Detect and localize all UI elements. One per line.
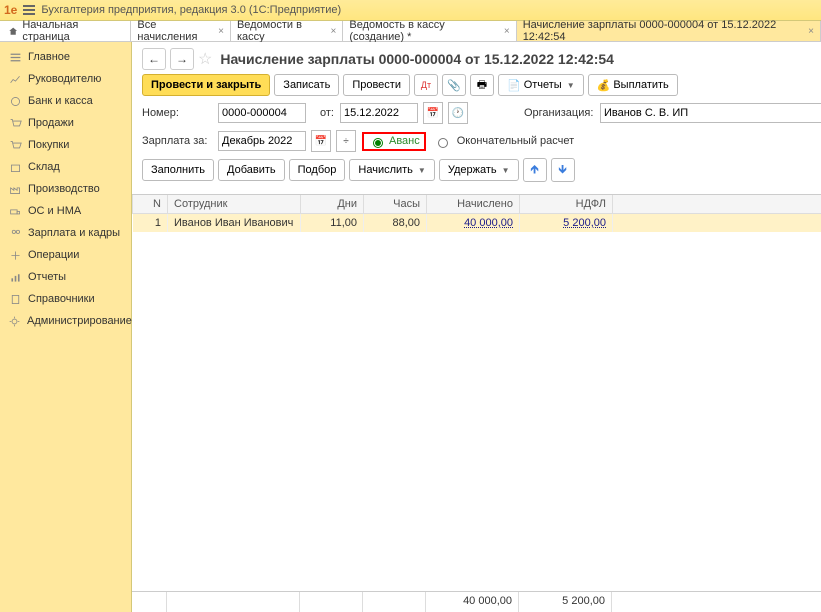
titlebar: 1e Бухгалтерия предприятия, редакция 3.0…	[0, 0, 821, 21]
org-label: Организация:	[524, 107, 594, 119]
reports-button[interactable]: 📄 Отчеты▼	[498, 74, 584, 96]
save-button[interactable]: Записать	[274, 74, 339, 96]
calc-button[interactable]: Начислить▼	[349, 159, 434, 181]
col-n[interactable]: N	[133, 195, 168, 214]
report-icon	[8, 270, 22, 284]
pick-button[interactable]: Подбор	[289, 159, 346, 181]
fill-button[interactable]: Заполнить	[142, 159, 214, 181]
sidebar: Главное Руководителю Банк и касса Продаж…	[0, 42, 132, 612]
period-label: Зарплата за:	[142, 135, 212, 147]
period-field[interactable]	[218, 131, 306, 151]
content: ← → ☆ Начисление зарплаты 0000-000004 от…	[132, 42, 821, 612]
date-field[interactable]	[340, 103, 418, 123]
number-field[interactable]	[218, 103, 306, 123]
table: N Сотрудник Дни Часы Начислено НДФЛ 1 Ив…	[132, 194, 821, 591]
chart-icon	[8, 72, 22, 86]
truck-icon	[8, 204, 22, 218]
radio-advance[interactable]	[373, 138, 383, 148]
book-icon	[8, 292, 22, 306]
total-ndfl: 5 200,00	[519, 592, 612, 612]
org-field[interactable]	[600, 103, 821, 123]
tab-home-label: Начальная страница	[22, 19, 122, 43]
radio-final[interactable]	[438, 138, 448, 148]
col-blank	[613, 195, 821, 214]
stepper-icon[interactable]: ÷	[336, 130, 356, 152]
page-title: Начисление зарплаты 0000-000004 от 15.12…	[220, 51, 614, 67]
sidebar-item-main[interactable]: Главное	[0, 46, 131, 68]
radio-advance-label: Аванс	[389, 135, 420, 147]
tabbar: Начальная страница Все начисления× Ведом…	[0, 21, 821, 42]
calendar-icon[interactable]: 📅	[423, 102, 443, 124]
col-accrued[interactable]: Начислено	[427, 195, 520, 214]
advance-highlight: Аванс	[362, 132, 426, 151]
calendar-icon[interactable]: 📅	[311, 130, 331, 152]
pay-button[interactable]: 💰 Выплатить	[588, 74, 678, 96]
sidebar-item-operations[interactable]: Операции	[0, 244, 131, 266]
list-icon	[8, 50, 22, 64]
money-icon	[8, 94, 22, 108]
close-icon[interactable]: ×	[331, 26, 337, 37]
tab-payroll-active[interactable]: Начисление зарплаты 0000-000004 от 15.12…	[517, 21, 821, 41]
col-days[interactable]: Дни	[301, 195, 364, 214]
box-icon	[8, 160, 22, 174]
people-icon	[8, 226, 22, 240]
logo-1c: 1e	[4, 3, 17, 17]
ndfl-link[interactable]: 5 200,00	[563, 217, 606, 229]
sidebar-item-payroll[interactable]: Зарплата и кадры	[0, 222, 131, 244]
accrued-link[interactable]: 40 000,00	[464, 217, 513, 229]
sidebar-item-stock[interactable]: Склад	[0, 156, 131, 178]
home-icon	[8, 26, 18, 37]
ops-icon	[8, 248, 22, 262]
sidebar-item-sales[interactable]: Продажи	[0, 112, 131, 134]
tab-all-accruals[interactable]: Все начисления×	[131, 21, 231, 41]
table-footer: 40 000,00 5 200,00	[132, 591, 821, 612]
post-button[interactable]: Провести	[343, 74, 410, 96]
close-icon[interactable]: ×	[218, 26, 224, 37]
hold-button[interactable]: Удержать▼	[439, 159, 519, 181]
sidebar-item-purchases[interactable]: Покупки	[0, 134, 131, 156]
sidebar-item-manager[interactable]: Руководителю	[0, 68, 131, 90]
col-emp[interactable]: Сотрудник	[168, 195, 301, 214]
tab-vedomosti[interactable]: Ведомости в кассу×	[231, 21, 343, 41]
move-down-button[interactable]: 🡻	[551, 158, 575, 182]
radio-final-label: Окончательный расчет	[457, 135, 574, 147]
date-label: от:	[320, 107, 334, 119]
print-button[interactable]: 🖶	[470, 74, 494, 96]
cart-icon	[8, 138, 22, 152]
sidebar-item-bank[interactable]: Банк и касса	[0, 90, 131, 112]
gear-icon	[8, 314, 21, 328]
attach-button[interactable]: 📎	[442, 74, 466, 96]
back-button[interactable]: ←	[142, 48, 166, 70]
close-icon[interactable]: ×	[504, 26, 510, 37]
add-button[interactable]: Добавить	[218, 159, 285, 181]
col-hours[interactable]: Часы	[364, 195, 427, 214]
factory-icon	[8, 182, 22, 196]
time-icon[interactable]: 🕐	[448, 102, 468, 124]
sidebar-item-assets[interactable]: ОС и НМА	[0, 200, 131, 222]
tab-home[interactable]: Начальная страница	[0, 21, 131, 41]
close-icon[interactable]: ×	[808, 26, 814, 37]
tab-vedomost-create[interactable]: Ведомость в кассу (создание) *×	[343, 21, 516, 41]
cart-icon	[8, 116, 22, 130]
sidebar-item-admin[interactable]: Администрирование	[0, 310, 131, 332]
sidebar-item-refs[interactable]: Справочники	[0, 288, 131, 310]
app-title: Бухгалтерия предприятия, редакция 3.0 (1…	[41, 4, 341, 16]
move-up-button[interactable]: 🡹	[523, 158, 547, 182]
forward-button[interactable]: →	[170, 48, 194, 70]
number-label: Номер:	[142, 107, 212, 119]
total-accrued: 40 000,00	[426, 592, 519, 612]
menu-icon[interactable]	[23, 5, 35, 15]
table-row[interactable]: 1 Иванов Иван Иванович 11,00 88,00 40 00…	[133, 214, 821, 233]
col-ndfl[interactable]: НДФЛ	[520, 195, 613, 214]
favorite-icon[interactable]: ☆	[198, 49, 212, 69]
dk-button[interactable]: Дт	[414, 74, 438, 96]
sidebar-item-reports[interactable]: Отчеты	[0, 266, 131, 288]
sidebar-item-production[interactable]: Производство	[0, 178, 131, 200]
post-close-button[interactable]: Провести и закрыть	[142, 74, 270, 96]
